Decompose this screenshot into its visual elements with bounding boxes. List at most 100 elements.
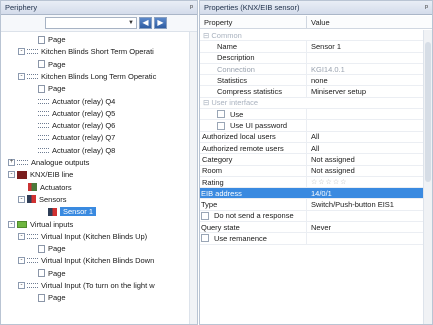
- property-value[interactable]: All: [307, 132, 319, 141]
- tree-node[interactable]: waveActuator (relay) Q5: [38, 108, 115, 119]
- pin-icon[interactable]: ᵖ: [425, 3, 428, 12]
- property-value[interactable]: none: [307, 76, 328, 85]
- tree-node[interactable]: -waveKitchen Blinds Long Term Operatic: [18, 71, 156, 82]
- collapse-icon[interactable]: -: [18, 257, 25, 265]
- property-name: Category: [200, 154, 307, 165]
- property-row[interactable]: Do not send a response: [200, 210, 424, 223]
- pin-icon[interactable]: ᵖ: [190, 3, 193, 12]
- property-row[interactable]: Room Not assigned: [200, 165, 424, 177]
- property-name-text: Name: [217, 41, 238, 51]
- collapse-icon[interactable]: -: [18, 195, 25, 203]
- tree-node-label: Page: [48, 293, 66, 303]
- property-value[interactable]: Not assigned: [307, 155, 355, 164]
- tree-node[interactable]: +waveAnalogue outputs: [8, 157, 89, 168]
- property-row[interactable]: Rating ☆☆☆☆☆: [200, 176, 424, 189]
- property-row[interactable]: Category Not assigned: [200, 154, 424, 166]
- property-row[interactable]: Authorized local users All: [200, 131, 424, 143]
- property-category[interactable]: ⊟ User interface: [200, 97, 424, 110]
- forward-arrow-icon[interactable]: ▶: [154, 17, 167, 29]
- tree-node[interactable]: waveActuator (relay) Q8: [38, 145, 115, 156]
- tree-node-label: Page: [48, 84, 66, 94]
- tree-node[interactable]: pagePage: [38, 292, 66, 303]
- collapse-icon[interactable]: -: [18, 282, 25, 289]
- tree-node[interactable]: pagePage: [38, 243, 66, 254]
- page-icon: page: [38, 244, 45, 253]
- property-name: Type: [200, 199, 307, 210]
- tree-node[interactable]: waveActuator (relay) Q4: [38, 96, 115, 107]
- property-row[interactable]: Use UI password: [200, 120, 424, 132]
- property-row[interactable]: Query state Never: [200, 222, 424, 234]
- property-category[interactable]: ⊟ Common: [200, 30, 424, 42]
- property-value[interactable]: Not assigned: [307, 166, 355, 175]
- property-row[interactable]: EIB address 14/0/1: [200, 188, 424, 200]
- back-arrow-icon[interactable]: ◀: [139, 17, 152, 29]
- tree-node[interactable]: -waveVirtual Input (To turn on the light…: [18, 280, 155, 291]
- tree-node[interactable]: pagePage: [38, 59, 66, 70]
- collapse-icon[interactable]: -: [8, 220, 15, 228]
- tree-node[interactable]: pagePage: [38, 268, 66, 279]
- property-row[interactable]: Authorized remote users All: [200, 142, 424, 155]
- property-row[interactable]: Use remanence: [200, 233, 424, 245]
- tree-node[interactable]: actActuators: [28, 182, 72, 193]
- collapse-icon[interactable]: -: [18, 48, 25, 56]
- tree-node[interactable]: -lineKNX/EIB line: [8, 169, 73, 180]
- tree-node[interactable]: -waveVirtual Input (Kitchen Blinds Up): [18, 231, 147, 242]
- property-row[interactable]: Compress statistics Miniserver setup: [200, 86, 424, 98]
- property-row[interactable]: Name Sensor 1: [200, 41, 424, 53]
- tree-node[interactable]: pagePage: [38, 34, 66, 45]
- property-name-text: Category: [202, 154, 233, 164]
- property-row[interactable]: Statistics none: [200, 75, 424, 87]
- property-value[interactable]: Miniserver setup: [307, 87, 366, 96]
- tree-scrollbar[interactable]: [189, 32, 197, 324]
- properties-scrollbar[interactable]: [423, 30, 432, 324]
- tree-node-label: Kitchen Blinds Short Term Operati: [41, 47, 154, 57]
- checkbox[interactable]: [217, 121, 225, 130]
- property-name-text: Do not send a response: [214, 211, 294, 221]
- checkbox[interactable]: [217, 110, 225, 119]
- property-value[interactable]: Switch/Push-button EIS1: [307, 200, 394, 209]
- tree-node[interactable]: -waveKitchen Blinds Short Term Operati: [18, 46, 154, 57]
- wave-icon: wave: [27, 73, 38, 79]
- property-value[interactable]: KGI14.0.1: [307, 65, 345, 74]
- collapse-icon[interactable]: -: [18, 232, 25, 240]
- tree-node-label: Kitchen Blinds Long Term Operatic: [41, 71, 157, 81]
- collapse-icon[interactable]: -: [8, 171, 15, 179]
- property-name: Use UI password: [200, 120, 307, 131]
- periphery-tree: pagePage-waveKitchen Blinds Short Term O…: [1, 32, 197, 324]
- tree-node[interactable]: -viVirtual inputs: [8, 219, 73, 230]
- expand-icon[interactable]: +: [8, 159, 15, 166]
- column-header-property[interactable]: Property: [200, 16, 307, 28]
- property-name-text: Connection: [217, 64, 255, 74]
- property-value[interactable]: 14/0/1: [307, 189, 332, 198]
- tree-node-label: KNX/EIB line: [30, 170, 74, 180]
- tree-node-label: Actuator (relay) Q8: [52, 145, 116, 155]
- tree-node[interactable]: pagePage: [38, 83, 66, 94]
- rating-stars[interactable]: ☆☆☆☆☆: [307, 178, 347, 186]
- checkbox[interactable]: [201, 234, 209, 243]
- scrollbar-thumb[interactable]: [425, 42, 431, 182]
- property-row[interactable]: Connection KGI14.0.1: [200, 63, 424, 76]
- tree-node[interactable]: waveActuator (relay) Q7: [38, 132, 115, 143]
- checkbox[interactable]: [201, 211, 209, 220]
- tree-node-label: Page: [48, 244, 66, 254]
- property-value[interactable]: All: [307, 144, 319, 153]
- property-name: Authorized local users: [200, 131, 307, 142]
- filter-combo[interactable]: ▼: [45, 17, 137, 29]
- column-header-value[interactable]: Value: [307, 16, 330, 28]
- tree-node-label: Page: [48, 59, 66, 69]
- tree-node-label: Page: [48, 35, 66, 44]
- collapse-icon[interactable]: -: [18, 72, 25, 80]
- property-row[interactable]: Type Switch/Push-button EIS1: [200, 199, 424, 211]
- property-name-text: ⊟ Common: [203, 30, 242, 40]
- property-row[interactable]: Use: [200, 109, 424, 121]
- tree-node[interactable]: sensorSensor 1: [48, 206, 97, 217]
- tree-node[interactable]: -waveVirtual Input (Kitchen Blinds Down: [18, 255, 154, 266]
- tree-node-label: Sensors: [39, 194, 67, 204]
- chevron-down-icon[interactable]: ▼: [128, 20, 134, 26]
- tree-node[interactable]: -sensorSensors: [18, 194, 67, 205]
- periphery-toolbar: ▼ ◀ ▶: [1, 15, 197, 32]
- property-value[interactable]: Never: [307, 223, 331, 232]
- property-value[interactable]: Sensor 1: [307, 42, 341, 51]
- property-row[interactable]: Description: [200, 52, 424, 64]
- tree-node[interactable]: waveActuator (relay) Q6: [38, 120, 115, 131]
